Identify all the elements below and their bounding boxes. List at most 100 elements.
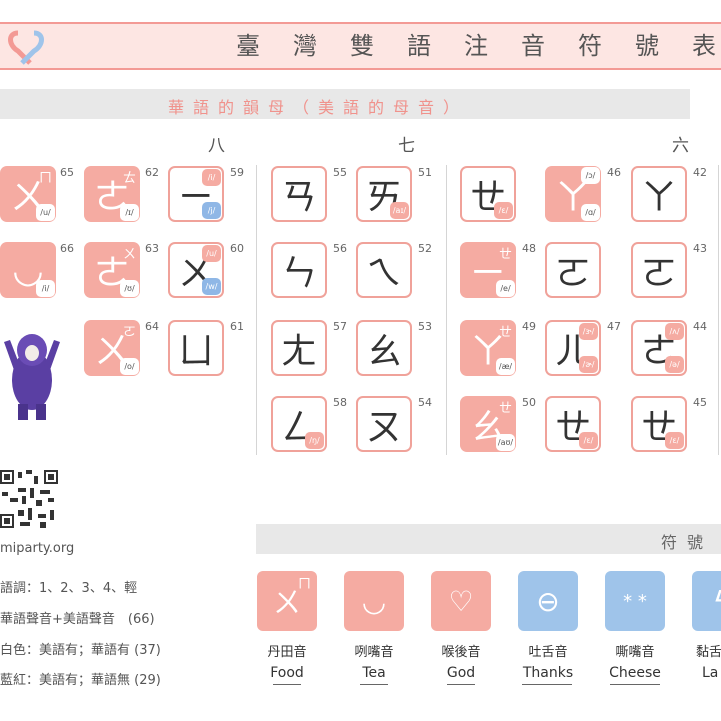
symbol-tile-food[interactable]: ㄨ ㄇ — [257, 571, 317, 631]
symbol-word: Thanks — [522, 665, 574, 681]
vowel-tile[interactable]: ㄠ ㄝ /aʊ/ — [460, 396, 516, 452]
ipa-badge: /aʊ/ — [496, 434, 515, 451]
site-url[interactable]: miparty.org — [0, 541, 74, 556]
symbol-tile-la[interactable]: ϟ — [692, 571, 721, 631]
symbol-label: 咧嘴音 — [354, 645, 394, 660]
tile-glyph: ㄛ — [554, 253, 591, 294]
symbols-header: 符號 — [660, 533, 713, 552]
vowel-tile[interactable]: ㄧ /i/ /j/ — [168, 166, 224, 222]
tile-number: 59 — [230, 166, 244, 179]
vowel-tile[interactable]: ㄚ ㄝ /æ/ — [460, 320, 516, 376]
tile-number: 47 — [607, 320, 621, 333]
title-band: 臺 灣 雙 語 注 音 符 號 表 — [0, 22, 721, 70]
title-char: 號 — [635, 32, 659, 60]
vowel-tile[interactable]: ㄟ — [356, 242, 412, 298]
divider — [718, 165, 719, 455]
teeth-icon: * * — [623, 590, 647, 612]
tile-number: 50 — [522, 396, 536, 409]
tile-tone: ㄇ — [297, 577, 311, 592]
vowel-tile[interactable]: ㄛ — [631, 242, 687, 298]
ipa-badge: /ɝ/ — [579, 323, 598, 340]
symbol-tile-tea[interactable]: ◡ — [344, 571, 404, 631]
ipa-badge: /ɚ/ — [579, 356, 598, 373]
mascot-icon — [4, 334, 60, 420]
symbol-tile-cheese[interactable]: * * — [605, 571, 665, 631]
tile-tone: ㄝ — [498, 325, 512, 340]
ribbon-logo-icon — [8, 30, 44, 65]
legend-line: 語調：1、2、3、4、輕 — [0, 581, 138, 596]
vowel-tile[interactable]: ㄝ /ɛ/ — [631, 396, 687, 452]
vowel-tile[interactable]: ㄨ /u/ /w/ — [168, 242, 224, 298]
legend-line: 華語聲音+美語聲音 (66) — [0, 612, 155, 627]
divider — [446, 165, 447, 455]
vowel-tile[interactable]: ㄛ — [545, 242, 601, 298]
symbol-tile-god[interactable]: ♡ — [431, 571, 491, 631]
vowel-tile[interactable]: ㄞ /aɪ/ — [356, 166, 412, 222]
tile-number: 48 — [522, 242, 536, 255]
ipa-badge: /u/ — [202, 245, 221, 262]
tile-glyph: ㄛ — [640, 253, 677, 294]
tile-number: 63 — [145, 242, 159, 255]
vowel-tile[interactable]: ㄚ /ɔ/ /ɑ/ — [545, 166, 601, 222]
vowel-tile[interactable]: ㄜ ㄊ /ɪ/ — [84, 166, 140, 222]
legend-line: 白色：美語有；華語有 (37) — [0, 643, 161, 658]
tile-number: 66 — [60, 242, 74, 255]
tile-number: 61 — [230, 320, 244, 333]
ipa-badge: /ɛ/ — [579, 432, 598, 449]
title-char: 語 — [407, 32, 431, 60]
tile-tone: ㄊ — [122, 171, 136, 186]
ipa-badge: /ʌ/ — [665, 323, 684, 340]
tile-number: 51 — [418, 166, 432, 179]
ipa-badge: /e/ — [496, 280, 515, 297]
qr-code-icon[interactable] — [0, 470, 58, 528]
vowel-tile[interactable]: ㄡ — [356, 396, 412, 452]
tile-number: 43 — [693, 242, 707, 255]
tile-number: 44 — [693, 320, 707, 333]
column-header: 七 — [398, 136, 415, 156]
tile-glyph: ㄠ — [365, 331, 402, 372]
symbol-label: 丹田音 — [267, 645, 307, 660]
symbol-word: La — [702, 665, 719, 681]
symbol-tile-thanks[interactable]: ⊖ — [518, 571, 578, 631]
vowel-tile[interactable]: ◡ /i/ — [0, 242, 56, 298]
tile-number: 60 — [230, 242, 244, 255]
tile-glyph: ◡ — [361, 584, 387, 618]
tile-number: 42 — [693, 166, 707, 179]
tile-number: 54 — [418, 396, 432, 409]
tile-glyph: ㄤ — [280, 331, 317, 372]
underline — [610, 684, 660, 685]
vowel-tile[interactable]: ㄝ /ɛ/ — [460, 166, 516, 222]
symbol-label: 喉後音 — [441, 645, 481, 660]
vowel-tile[interactable]: ㄝ /ɛ/ — [545, 396, 601, 452]
page-title: 臺 灣 雙 語 注 音 符 號 表 — [235, 32, 717, 60]
symbol-word: God — [446, 665, 476, 681]
title-char: 臺 — [236, 32, 260, 60]
title-char: 雙 — [350, 32, 374, 60]
tile-tone: ㄝ — [498, 401, 512, 416]
tile-number: 62 — [145, 166, 159, 179]
vowel-tile[interactable]: ㄩ — [168, 320, 224, 376]
tile-number: 52 — [418, 242, 432, 255]
vowel-tile[interactable]: ㄜ ㄨ /ʊ/ — [84, 242, 140, 298]
column-header: 八 — [208, 136, 225, 156]
vowel-tile[interactable]: ㄦ /ɝ/ /ɚ/ — [545, 320, 601, 376]
symbol-word: Tea — [362, 665, 386, 681]
vowel-tile[interactable]: ㄤ — [271, 320, 327, 376]
vowel-tile[interactable]: ㄠ — [356, 320, 412, 376]
heart-icon: ♡ — [448, 584, 474, 618]
vowel-tile[interactable]: ㄢ — [271, 166, 327, 222]
vowel-tile[interactable]: ㄨ ㄛ /o/ — [84, 320, 140, 376]
lightning-icon: ϟ — [692, 571, 721, 631]
vowel-tile[interactable]: ㄥ /ŋ/ — [271, 396, 327, 452]
title-char: 灣 — [293, 32, 317, 60]
vowel-tile[interactable]: ㄣ — [271, 242, 327, 298]
vowel-tile[interactable]: ㄜ /ʌ/ /ə/ — [631, 320, 687, 376]
underline — [522, 684, 572, 685]
vowel-tile[interactable]: ㄚ — [631, 166, 687, 222]
ipa-badge: /ɔ/ — [581, 167, 600, 184]
vowel-tile[interactable]: ㄨ ㄇ /u/ — [0, 166, 56, 222]
ipa-badge: /w/ — [202, 278, 221, 295]
vowel-tile[interactable]: ㄧ ㄝ /e/ — [460, 242, 516, 298]
tile-number: 55 — [333, 166, 347, 179]
tongue-icon: ⊖ — [536, 584, 560, 618]
